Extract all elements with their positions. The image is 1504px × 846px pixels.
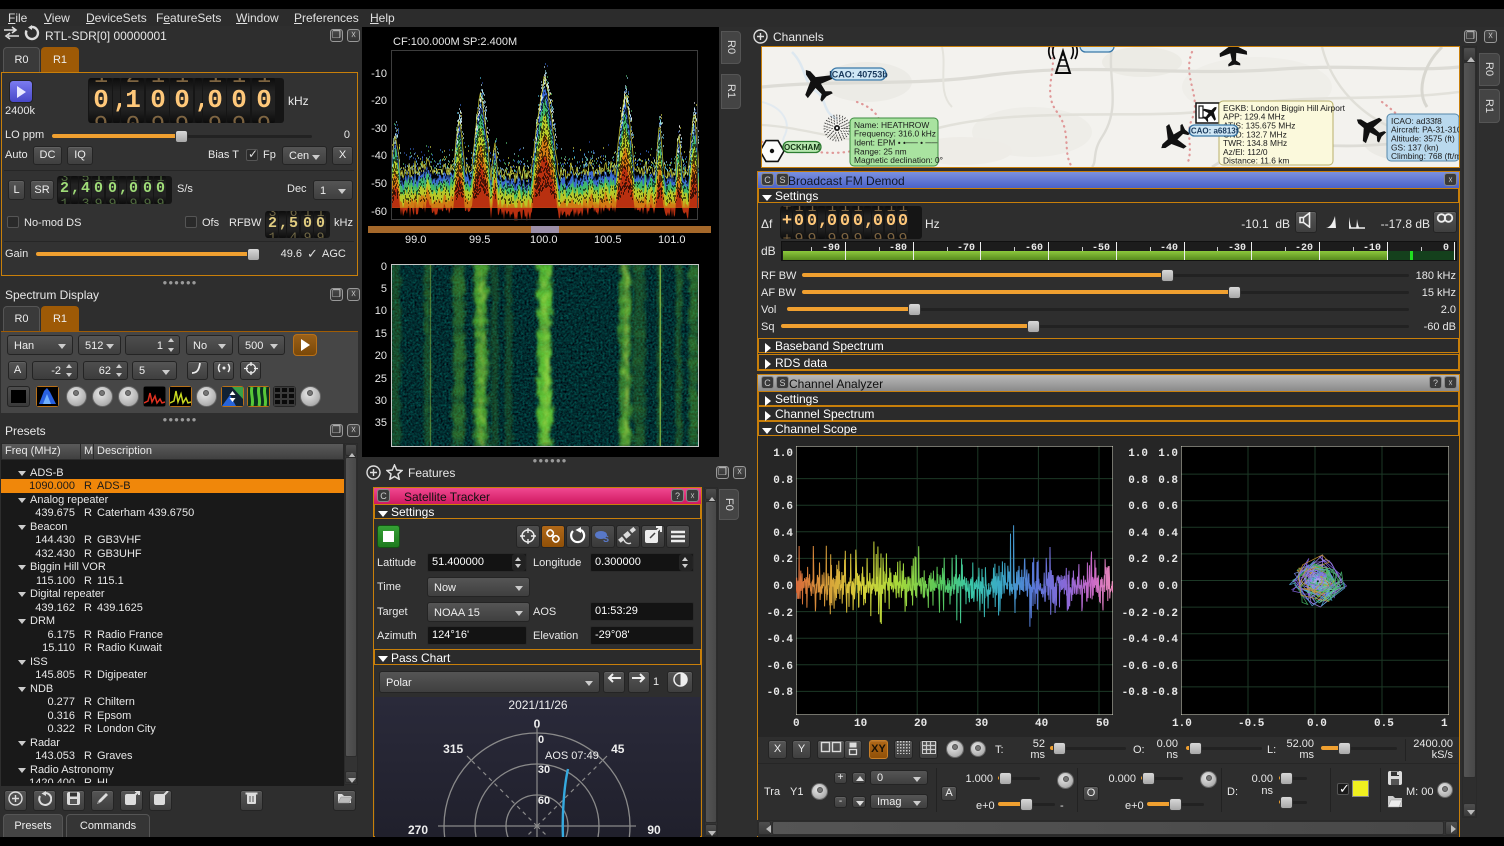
svg-text:ICAO: a6813f: ICAO: a6813f: [1189, 126, 1239, 135]
svg-text:Distance: 11.6 km: Distance: 11.6 km: [1223, 156, 1289, 166]
svg-text:AOS 07:49: AOS 07:49: [545, 750, 599, 762]
svg-text:90: 90: [647, 823, 661, 837]
svg-text:45: 45: [611, 742, 625, 756]
svg-text:ICAO: 40753b: ICAO: 40753b: [829, 69, 888, 79]
svg-text:315: 315: [443, 742, 463, 756]
svg-text:60: 60: [538, 795, 550, 807]
svg-text:270: 270: [408, 823, 428, 837]
svg-text:Climbing: 768 (ft/mi: Climbing: 768 (ft/mi: [1391, 151, 1459, 161]
svg-text:2021/11/26: 2021/11/26: [508, 698, 567, 712]
svg-text:Magnetic declination: 0°: Magnetic declination: 0°: [854, 155, 943, 165]
svg-text:S: S: [603, 534, 609, 544]
svg-text:0: 0: [538, 734, 544, 746]
svg-text:OCKHAM: OCKHAM: [784, 143, 820, 152]
svg-text:30: 30: [538, 764, 550, 776]
